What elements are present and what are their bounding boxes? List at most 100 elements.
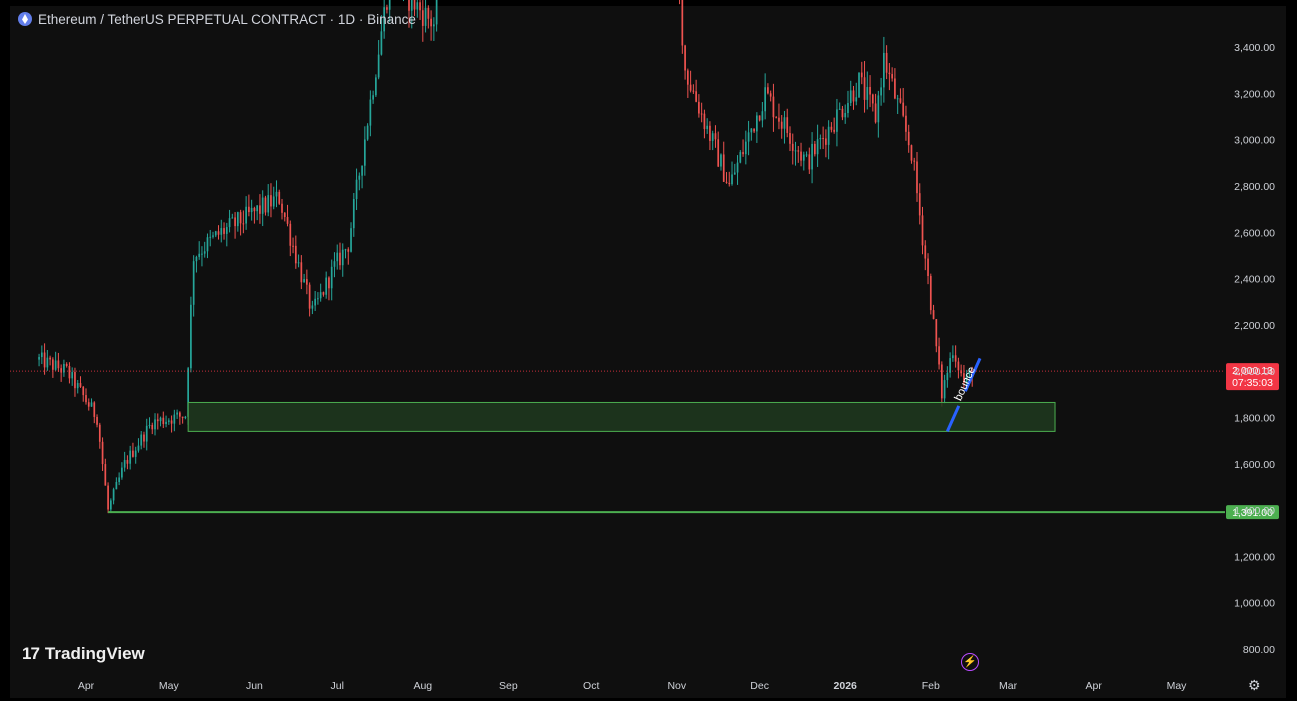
price-tick-label: 1,400.00 (1234, 505, 1275, 517)
candle-body (753, 128, 755, 132)
candle-body (430, 18, 432, 27)
candle-body (885, 52, 888, 73)
candle-body (198, 253, 201, 257)
candle-body (692, 90, 695, 92)
time-tick-label: 2026 (834, 680, 858, 692)
candle-body (322, 292, 325, 295)
candle-body (253, 207, 256, 212)
candle-body (98, 424, 101, 442)
candle-body (725, 181, 728, 183)
candle-body (819, 137, 822, 140)
price-tick-label: 2,800.00 (1234, 181, 1275, 193)
candle-body (245, 206, 247, 224)
candle-body (706, 125, 709, 130)
candle-body (259, 205, 261, 214)
candle-body (358, 175, 361, 180)
candle-body (314, 298, 316, 306)
candle-body (750, 128, 753, 133)
candle-body (783, 117, 786, 129)
candle-body (731, 174, 733, 185)
candle-body (162, 417, 165, 425)
candle-body (71, 372, 74, 379)
candle-body (927, 258, 929, 277)
candle-body (74, 372, 76, 389)
price-tick-label: 1,000.00 (1234, 598, 1275, 610)
candle-body (278, 191, 281, 204)
candle-body (416, 2, 419, 10)
lightning-icon[interactable]: ⚡ (961, 653, 979, 671)
time-tick-label: Jul (331, 680, 344, 692)
candle-body (698, 101, 700, 114)
candle-body (952, 355, 954, 359)
candle-body (747, 132, 750, 142)
candle-body (924, 245, 927, 259)
gear-icon[interactable]: ⚙ (1248, 678, 1262, 692)
candle-body (151, 424, 154, 430)
candle-body (275, 191, 278, 197)
candle-body (300, 262, 303, 283)
candle-body (902, 102, 905, 116)
candle-body (79, 383, 82, 387)
symbol-header[interactable]: Ethereum / TetherUS PERPETUAL CONTRACT ·… (18, 9, 416, 29)
candle-body (894, 78, 896, 99)
candle-body (695, 91, 697, 102)
candle-body (87, 402, 90, 407)
candle-body (40, 352, 43, 358)
candle-body (709, 125, 711, 141)
price-chart[interactable]: 1,391.002,000.1307:35:03bounce 800.001,0… (0, 0, 1297, 701)
candle-body (250, 207, 253, 213)
candle-body (184, 416, 187, 419)
candle-body (344, 249, 347, 251)
candle-body (910, 145, 913, 161)
candle-body (802, 154, 805, 161)
candle-body (46, 357, 49, 368)
candles-group (38, 0, 974, 514)
candle-body (786, 117, 789, 133)
candle-body (76, 383, 79, 389)
candle-body (830, 126, 833, 130)
candle-body (231, 217, 234, 219)
candle-body (907, 131, 910, 146)
candle-body (256, 205, 259, 212)
candle-body (733, 172, 736, 175)
tradingview-logo[interactable]: 17 TradingView (22, 644, 145, 664)
candle-body (863, 77, 866, 100)
candle-body (825, 138, 827, 145)
candle-body (424, 7, 427, 26)
candle-body (896, 98, 899, 100)
candle-body (140, 434, 143, 446)
candle-body (778, 117, 780, 122)
candle-body (101, 441, 104, 465)
price-tick-label: 2,600.00 (1234, 227, 1275, 239)
symbol-title: Ethereum / TetherUS PERPETUAL CONTRACT ·… (38, 11, 416, 27)
candle-body (877, 95, 880, 123)
candle-body (935, 319, 938, 347)
candle-body (132, 450, 134, 457)
candle-body (330, 266, 333, 289)
time-tick-label: Apr (78, 680, 95, 692)
candle-body (744, 141, 747, 155)
candle-body (220, 228, 223, 235)
candle-body (195, 256, 198, 262)
candle-body (929, 276, 932, 311)
candle-body (165, 421, 167, 425)
candle-body (121, 467, 123, 478)
candle-body (93, 402, 96, 417)
candle-body (822, 137, 824, 139)
price-tick-label: 2,000.00 (1234, 366, 1275, 378)
candle-body (363, 139, 366, 166)
candle-body (916, 161, 918, 194)
candle-body (369, 99, 372, 126)
candle-body (808, 154, 811, 170)
candle-body (43, 352, 46, 368)
candle-body (866, 87, 869, 100)
price-tick-label: 1,600.00 (1234, 459, 1275, 471)
price-tick-label: 1,800.00 (1234, 413, 1275, 425)
candle-body (112, 489, 115, 501)
candle-body (703, 113, 706, 130)
candle-body (319, 292, 322, 299)
candle-body (126, 459, 129, 464)
candle-body (212, 235, 214, 237)
candle-body (228, 218, 231, 228)
candle-body (179, 412, 181, 417)
